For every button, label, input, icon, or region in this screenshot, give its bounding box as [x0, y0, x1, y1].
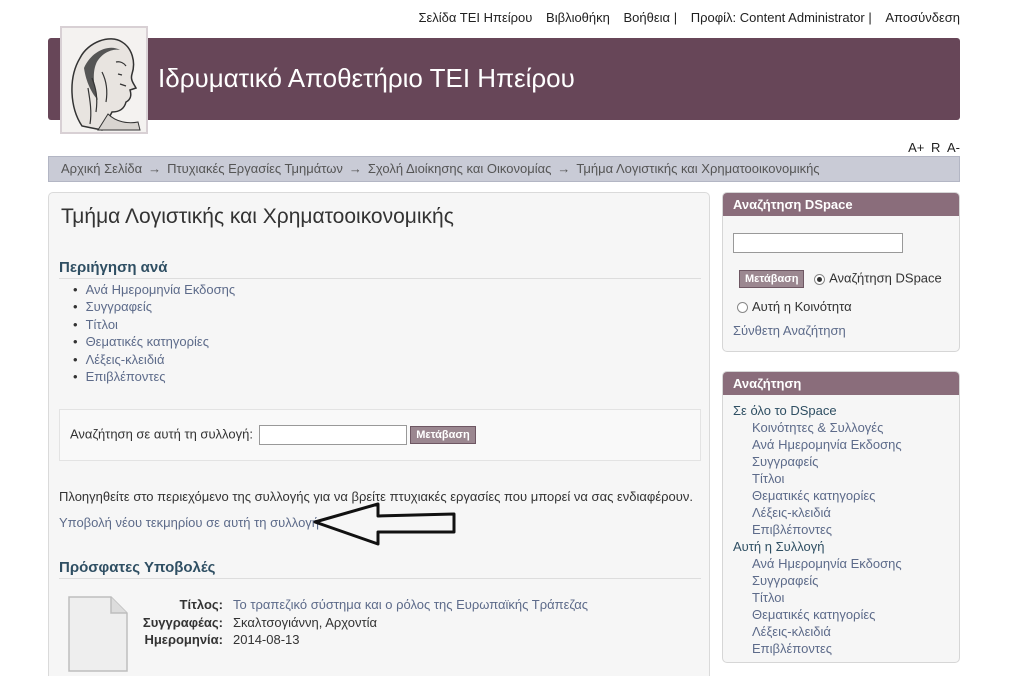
font-reset-button[interactable]: R: [931, 140, 940, 155]
browse-list: Ανά Ημερομηνία Εκδοσης Συγγραφείς Τίτλοι…: [73, 281, 236, 385]
community-scope-option: Αυτή η Κοινότητα: [737, 299, 852, 314]
radio-search-all[interactable]: [814, 273, 826, 285]
main-content: Τμήμα Λογιστικής και Χρηματοοικονομικής …: [48, 192, 710, 676]
greek-head-logo-icon: [62, 28, 146, 132]
browse-coll-by-supervisors-link[interactable]: Επιβλέποντες: [733, 640, 902, 657]
browse-by-keywords-link[interactable]: Λέξεις-κλειδιά: [73, 351, 235, 368]
top-nav: Σελίδα ΤΕΙ Ηπείρου Βιβλιοθήκη Βοήθεια | …: [408, 10, 960, 25]
radio-search-all-label: Αναζήτηση DSpace: [829, 270, 942, 286]
nav-link-library[interactable]: Βιβλιοθήκη: [546, 10, 610, 25]
radio-search-community-label: Αυτή η Κοινότητα: [752, 299, 852, 314]
browse-sidebar-heading: Αναζήτηση: [723, 372, 959, 395]
browse-by-supervisors-link[interactable]: Επιβλέποντες: [73, 368, 235, 385]
browse-all-by-supervisors-link[interactable]: Επιβλέποντες: [733, 521, 902, 538]
document-icon: [68, 596, 128, 672]
browse-all-by-keywords-link[interactable]: Λέξεις-κλειδιά: [733, 504, 902, 521]
nav-link-logout[interactable]: Αποσύνδεση: [885, 10, 960, 25]
breadcrumb-separator: →: [557, 161, 571, 176]
browse-coll-by-authors-link[interactable]: Συγγραφείς: [733, 572, 902, 589]
page-title: Τμήμα Λογιστικής και Χρηματοοικονομικής: [61, 205, 454, 228]
item-date-value: 2014-08-13: [233, 632, 300, 647]
font-decrease-button[interactable]: A-: [947, 140, 960, 155]
breadcrumb-item-theses[interactable]: Πτυχιακές Εργασίες Τμημάτων: [167, 161, 343, 176]
item-date-label: Ημερομηνία:: [144, 632, 223, 647]
breadcrumb-item-school[interactable]: Σχολή Διοίκησης και Οικονομίας: [368, 161, 552, 176]
browse-coll-by-date-link[interactable]: Ανά Ημερομηνία Εκδοσης: [733, 555, 902, 572]
font-increase-button[interactable]: A+: [908, 140, 924, 155]
font-size-controls: A+ R A-: [905, 140, 960, 155]
browse-by-authors-link[interactable]: Συγγραφείς: [73, 298, 235, 315]
browse-all-by-subjects-link[interactable]: Θεματικές κατηγορίες: [733, 487, 902, 504]
browse-coll-by-titles-link[interactable]: Τίτλοι: [733, 589, 902, 606]
browse-by-date-link[interactable]: Ανά Ημερομηνία Εκδοσης: [73, 281, 236, 298]
browse-all-by-authors-link[interactable]: Συγγραφείς: [733, 453, 902, 470]
item-title-label: Τίτλος:: [179, 597, 223, 612]
recent-submissions-heading: Πρόσφατες Υποβολές: [59, 559, 701, 579]
browse-all-by-titles-link[interactable]: Τίτλοι: [733, 470, 902, 487]
dspace-search-heading: Αναζήτηση DSpace: [723, 193, 959, 216]
browse-collection-heading: Αυτή η Συλλογή: [733, 539, 825, 554]
collection-search-input[interactable]: [258, 425, 407, 445]
nav-link-help[interactable]: Βοήθεια |: [624, 10, 678, 25]
nav-link-profile[interactable]: Προφίλ: Content Administrator |: [691, 10, 872, 25]
nav-link-tei-home[interactable]: Σελίδα ΤΕΙ Ηπείρου: [418, 10, 532, 25]
dspace-search-go-button[interactable]: Μετάβαση: [739, 270, 805, 288]
item-author-value: Σκαλτσογιάννη, Αρχοντία: [233, 614, 378, 630]
collection-search-label: Αναζήτηση σε αυτή τη συλλογή:: [70, 426, 253, 442]
item-author-label: Συγγραφέας:: [142, 614, 223, 630]
browse-sidebar-box: Αναζήτηση Σε όλο το DSpace Κοινότητες & …: [722, 371, 960, 663]
breadcrumb-separator: →: [148, 161, 162, 176]
left-arrow-annotation-icon: [313, 502, 456, 546]
collection-search-go-button[interactable]: Μετάβαση: [410, 426, 476, 444]
advanced-search-link[interactable]: Σύνθετη Αναζήτηση: [733, 323, 846, 338]
browse-communities-link[interactable]: Κοινότητες & Συλλογές: [733, 419, 902, 436]
browse-all-dspace-heading: Σε όλο το DSpace: [733, 403, 837, 418]
browse-sidebar-list: Σε όλο το DSpace Κοινότητες & Συλλογές Α…: [733, 402, 902, 657]
breadcrumb-separator: →: [348, 161, 362, 176]
dspace-search-input[interactable]: [733, 233, 903, 253]
browse-coll-by-keywords-link[interactable]: Λέξεις-κλειδιά: [733, 623, 902, 640]
radio-search-community[interactable]: [737, 302, 748, 314]
browse-coll-by-subjects-link[interactable]: Θεματικές κατηγορίες: [733, 606, 902, 623]
breadcrumb-item-home[interactable]: Αρχική Σελίδα: [61, 161, 142, 176]
breadcrumb-item-current: Τμήμα Λογιστικής και Χρηματοοικονομικής: [576, 161, 820, 176]
submit-new-item-link[interactable]: Υποβολή νέου τεκμηρίου σε αυτή τη συλλογ…: [59, 515, 319, 530]
site-title[interactable]: Ιδρυματικό Αποθετήριο ΤΕΙ Ηπείρου: [158, 63, 575, 94]
collection-search-box: Αναζήτηση σε αυτή τη συλλογή: Μετάβαση: [59, 409, 701, 461]
browse-all-by-date-link[interactable]: Ανά Ημερομηνία Εκδοσης: [733, 436, 902, 453]
breadcrumb: Αρχική Σελίδα → Πτυχιακές Εργασίες Τμημάτω…: [48, 156, 960, 182]
institution-logo[interactable]: [60, 26, 148, 134]
dspace-search-controls: Μετάβαση Αναζήτηση DSpace: [739, 270, 942, 288]
browse-by-subjects-link[interactable]: Θεματικές κατηγορίες: [73, 333, 235, 350]
item-title-link[interactable]: Το τραπεζικό σύστημα και ο ρόλος της Ευρ…: [233, 597, 588, 612]
dspace-search-box: Αναζήτηση DSpace Μετάβαση Αναζήτηση DSpa…: [722, 192, 960, 352]
document-thumbnail[interactable]: [67, 595, 129, 676]
browse-by-titles-link[interactable]: Τίτλοι: [73, 316, 235, 333]
recent-item-metadata: Τίτλος: Το τραπεζικό σύστημα και ο ρόλος …: [135, 597, 588, 650]
browse-heading: Περιήγηση ανά: [59, 259, 701, 279]
